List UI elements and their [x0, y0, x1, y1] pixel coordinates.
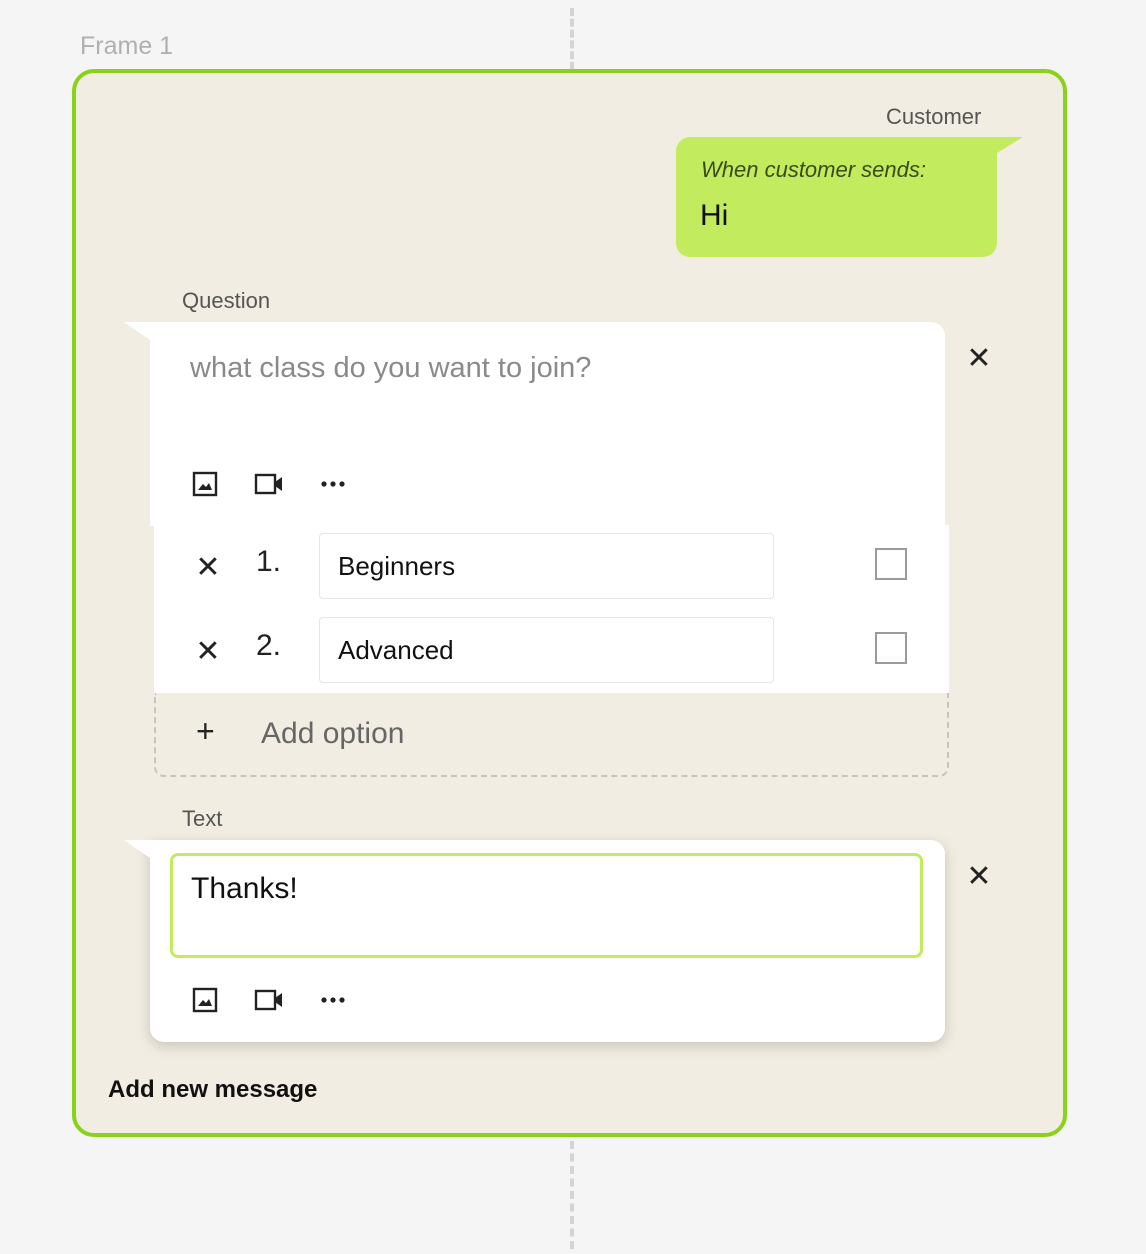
- question-card: what class do you want to join?: [124, 322, 945, 526]
- option-checkbox[interactable]: [875, 632, 907, 664]
- option-input[interactable]: [319, 617, 774, 683]
- customer-label: Customer: [886, 104, 982, 129]
- option-row: ✕ 1.: [154, 533, 949, 617]
- video-icon[interactable]: [254, 985, 284, 1015]
- remove-question-block-icon[interactable]: ✕: [962, 341, 996, 375]
- option-number: 2.: [256, 629, 282, 662]
- bubble-tail: [124, 322, 150, 340]
- question-label: Question: [182, 288, 271, 313]
- question-input[interactable]: what class do you want to join?: [190, 352, 591, 385]
- frame-label: Frame 1: [80, 32, 174, 60]
- remove-text-block-icon[interactable]: ✕: [962, 859, 996, 893]
- more-icon[interactable]: [318, 469, 348, 499]
- customer-trigger-bubble[interactable]: When customer sends: Hi: [676, 137, 1023, 257]
- option-checkbox[interactable]: [875, 548, 907, 580]
- trigger-message[interactable]: Hi: [700, 199, 728, 233]
- bubble-tail: [997, 137, 1023, 153]
- flow-frame[interactable]: Customer When customer sends: Hi Questio…: [72, 69, 1067, 1137]
- text-message-input[interactable]: Thanks!: [170, 853, 923, 958]
- option-row: ✕ 2.: [154, 617, 949, 701]
- connector-line-bottom: [570, 1141, 574, 1249]
- options-list: ✕ 1. ✕ 2.: [154, 525, 949, 693]
- more-icon[interactable]: [318, 985, 348, 1015]
- image-icon[interactable]: [190, 469, 220, 499]
- text-label: Text: [182, 806, 223, 831]
- image-icon[interactable]: [190, 985, 220, 1015]
- bubble-tail: [124, 840, 150, 858]
- connector-line-top: [570, 8, 574, 70]
- option-number: 1.: [256, 545, 282, 578]
- text-card: Thanks!: [124, 840, 945, 1042]
- option-input[interactable]: [319, 533, 774, 599]
- add-option-label: Add option: [261, 717, 405, 750]
- add-option-button[interactable]: + Add option: [154, 693, 949, 777]
- plus-icon: +: [196, 713, 215, 749]
- trigger-label: When customer sends:: [701, 157, 926, 182]
- add-new-message-button[interactable]: Add new message: [108, 1076, 317, 1104]
- remove-option-icon[interactable]: ✕: [192, 635, 224, 668]
- video-icon[interactable]: [254, 469, 284, 499]
- remove-option-icon[interactable]: ✕: [192, 551, 224, 584]
